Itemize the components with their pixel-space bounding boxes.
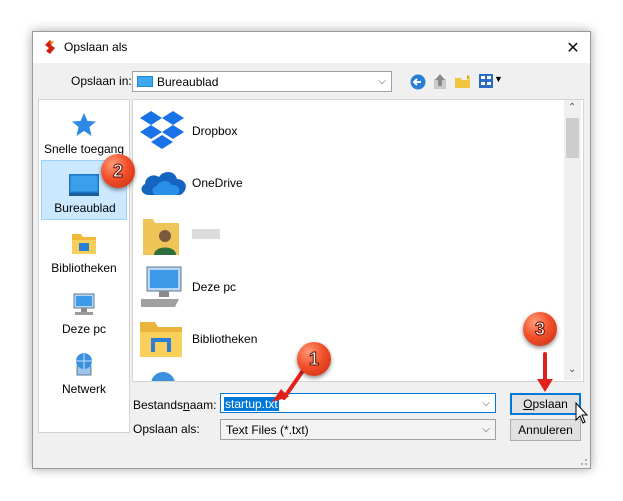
arrow-3-head-icon <box>537 379 553 392</box>
annotation-badge-1: 1 <box>297 342 331 376</box>
annotation-badge-2: 2 <box>101 154 135 188</box>
annotation-arrows <box>272 352 589 424</box>
mouse-cursor-icon <box>575 401 589 424</box>
annotation-badge-3: 3 <box>523 312 557 346</box>
arrow-1-icon <box>282 370 304 400</box>
